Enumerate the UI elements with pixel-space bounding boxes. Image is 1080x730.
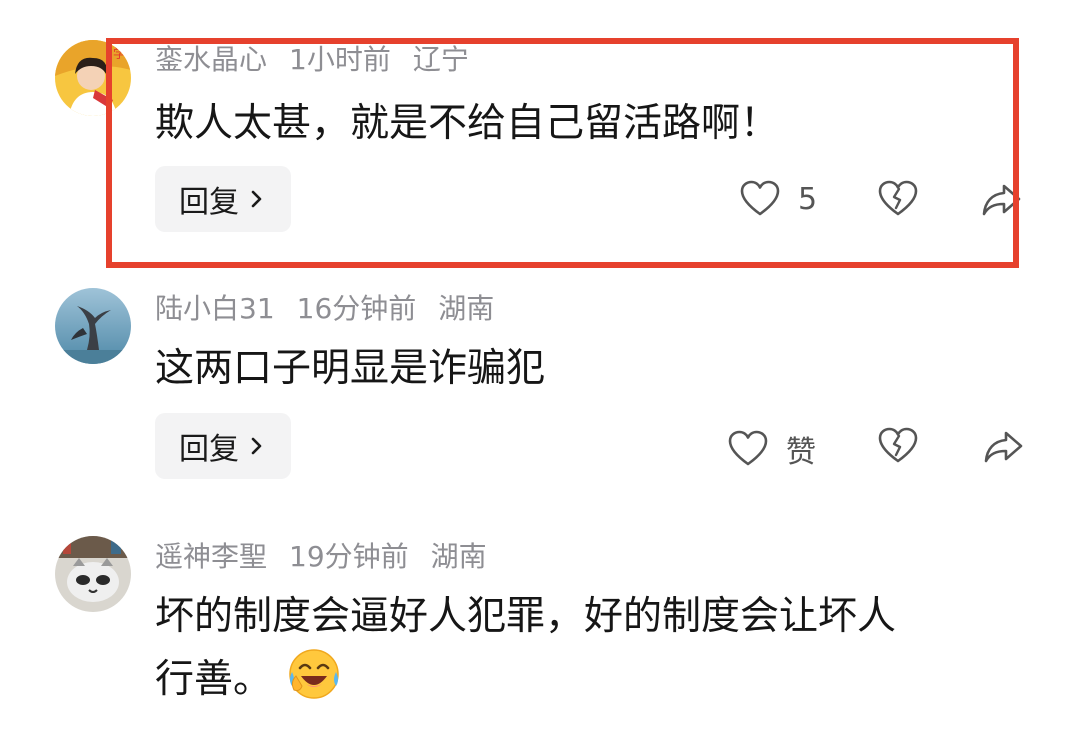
share-icon [982,184,1021,216]
share-button[interactable] [984,429,1024,465]
location: 辽宁 [412,43,469,76]
location: 湖南 [430,540,487,573]
dislike-button[interactable] [878,180,918,218]
comment-text: 这两口子明显是诈骗犯 [155,346,546,391]
share-icon [984,431,1023,463]
heart-icon [728,430,768,466]
broken-heart-icon [878,427,918,463]
like-button[interactable]: 赞 [728,427,816,471]
comment-text: 坏的制度会逼好人犯罪，好的制度会让坏人 行善。 [155,587,1015,709]
comment-text-line-2: 行善。 [155,657,273,702]
dislike-button[interactable] [878,427,918,465]
reply-label: 回复 [179,185,239,220]
username[interactable]: 銮水晶心 [155,43,267,76]
like-button[interactable]: 5 [740,180,817,218]
comment-text-line: 坏的制度会逼好人犯罪，好的制度会让坏人 [155,594,897,639]
laughing-crying-emoji [289,649,339,699]
comment-meta: 遥神李聖 19分钟前 湖南 [155,543,509,571]
heart-icon [740,180,780,216]
broken-heart-icon [878,180,918,216]
like-label: 赞 [786,435,816,470]
chevron-right-icon [251,437,262,455]
location: 湖南 [438,292,495,325]
svg-text:学: 学 [113,46,126,62]
like-count: 5 [798,181,818,217]
share-button[interactable] [982,182,1022,218]
comment-text-line: 行善。 [155,646,1015,709]
timestamp: 19分钟前 [289,540,409,573]
reply-button[interactable]: 回复 [155,166,291,232]
username[interactable]: 陆小白31 [155,292,275,325]
comment-meta: 銮水晶心 1小时前 辽宁 [155,46,491,74]
reply-label: 回复 [179,432,239,467]
comment-meta: 陆小白31 16分钟前 湖南 [155,295,516,323]
username[interactable]: 遥神李聖 [155,540,267,573]
reply-button[interactable]: 回复 [155,413,291,479]
comment-text: 欺人太甚，就是不给自己留活路啊！ [155,101,780,146]
avatar[interactable] [55,536,131,612]
avatar[interactable] [55,288,131,364]
chevron-right-icon [251,190,262,208]
timestamp: 16分钟前 [296,292,417,325]
timestamp: 1小时前 [289,43,391,76]
avatar[interactable]: 学 [55,40,131,116]
